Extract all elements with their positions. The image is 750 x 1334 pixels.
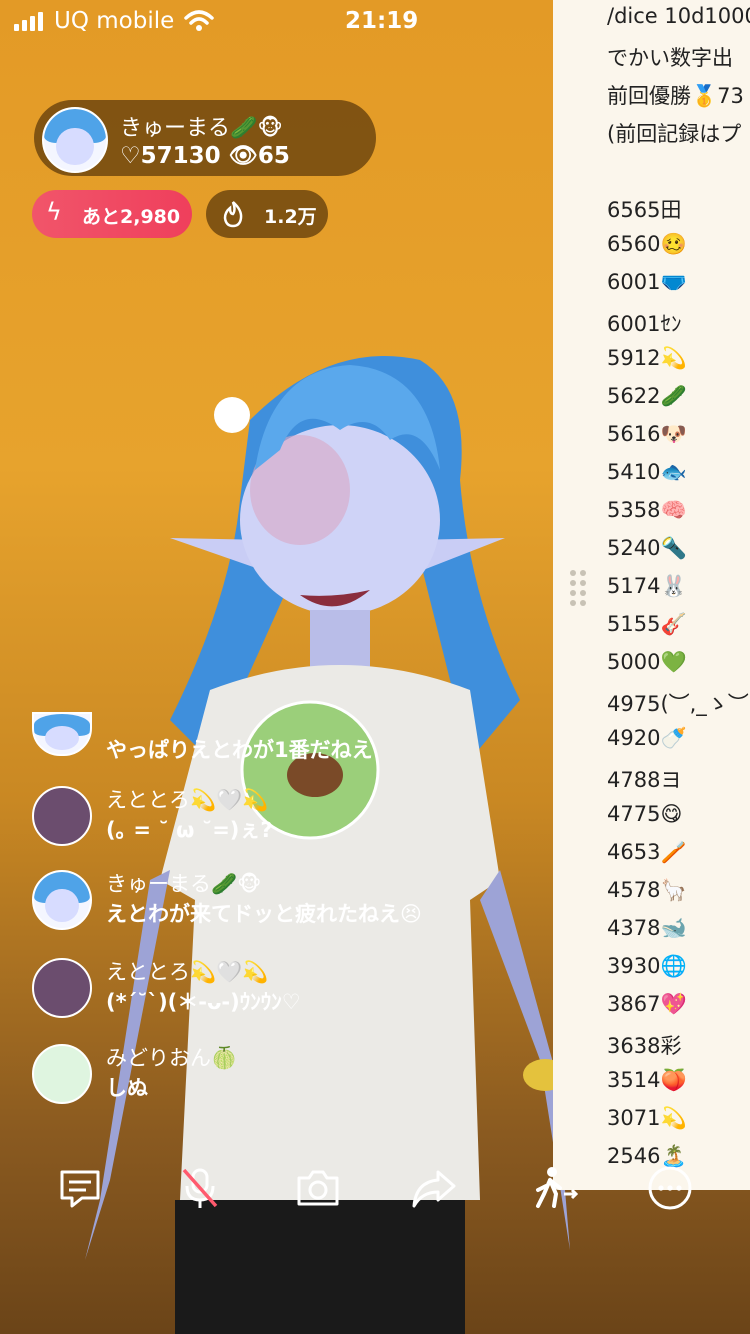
score-line: 4378🐋 bbox=[607, 916, 687, 940]
score-line: 6560🥴 bbox=[607, 232, 687, 256]
score-line: 4653🪥 bbox=[607, 840, 687, 864]
goal-remaining-text: あと2,980 bbox=[82, 206, 181, 228]
clock: 21:19 bbox=[345, 8, 419, 34]
panel-header-line: 前回優勝🥇73 bbox=[607, 84, 744, 108]
score-line: 5410🐟 bbox=[607, 460, 687, 484]
panel-header-line: でかい数字出 bbox=[607, 46, 733, 70]
signal-icon bbox=[14, 12, 43, 31]
score-line: 6001ｾﾝ bbox=[607, 312, 682, 336]
score-line: 6001🩲 bbox=[607, 270, 687, 294]
commenter-avatar[interactable] bbox=[32, 958, 92, 1018]
lightning-icon: ϟ bbox=[46, 198, 62, 226]
walk-icon[interactable] bbox=[530, 1164, 578, 1212]
commenter-name: えととろ💫🤍💫 bbox=[106, 960, 269, 984]
score-line: 4775😋 bbox=[607, 802, 683, 826]
commenter-name: きゅーまる🥒🐵 bbox=[106, 872, 262, 896]
score-line: 5000💚 bbox=[607, 650, 687, 674]
score-line: 5912💫 bbox=[607, 346, 687, 370]
host-name: きゅーまる🥒🐵 bbox=[120, 116, 283, 141]
commenter-name: えととろ💫🤍💫 bbox=[106, 788, 269, 812]
host-avatar[interactable] bbox=[42, 107, 108, 173]
viewer-count: 👁65 bbox=[228, 143, 290, 169]
commenter-avatar[interactable] bbox=[32, 786, 92, 846]
heat-badge[interactable]: 1.2万 bbox=[206, 190, 328, 238]
heat-text: 1.2万 bbox=[264, 206, 317, 228]
score-line: 5174🐰 bbox=[607, 574, 687, 598]
score-line: 5155🎸 bbox=[607, 612, 687, 636]
comment-text: しぬ bbox=[106, 1076, 148, 1100]
comment-icon[interactable] bbox=[56, 1164, 104, 1212]
score-line: 3514🍑 bbox=[607, 1068, 687, 1092]
commenter-name: みどりおん🍈 bbox=[106, 1046, 238, 1070]
score-line: 5240🔦 bbox=[607, 536, 687, 560]
comment-text: (*´˘`)(＊-ᴗ-)ｳﾝｳﾝ♡ bbox=[106, 990, 301, 1014]
host-stats: ♡57130 👁65 bbox=[120, 142, 290, 169]
goal-remaining-badge[interactable]: ϟ あと2,980 bbox=[32, 190, 192, 238]
camera-icon[interactable] bbox=[294, 1164, 342, 1212]
commenter-avatar[interactable] bbox=[32, 1044, 92, 1104]
score-line: 4788ヨ bbox=[607, 768, 682, 792]
score-line: 5358🧠 bbox=[607, 498, 687, 522]
comment-text: えとわが来てドッと疲れたねえ😣 bbox=[106, 902, 422, 926]
comment-text: やっぱりえとわが1番だねえ bbox=[106, 738, 373, 762]
heart-count: ♡57130 bbox=[120, 143, 221, 169]
host-profile-pill[interactable]: きゅーまる🥒🐵 ♡57130 👁65 bbox=[34, 100, 376, 176]
score-line: 4975(︶,_ゝ︶ bbox=[607, 692, 749, 716]
more-icon[interactable] bbox=[646, 1164, 694, 1212]
score-line: 4578🦙 bbox=[607, 878, 687, 902]
commenter-avatar[interactable] bbox=[32, 870, 92, 930]
score-line: 4920🍼 bbox=[607, 726, 687, 750]
score-line: 3930🌐 bbox=[607, 954, 687, 978]
mic-off-icon[interactable] bbox=[176, 1164, 224, 1212]
flame-icon bbox=[223, 201, 243, 228]
wifi-icon bbox=[184, 10, 214, 31]
score-line: 3867💖 bbox=[607, 992, 687, 1016]
score-line: 5622🥒 bbox=[607, 384, 687, 408]
score-line: 5616🐶 bbox=[607, 422, 687, 446]
carrier-name: UQ mobile bbox=[54, 8, 175, 34]
comment-text: (｡ = ˘ ω ˘=)ぇ? bbox=[106, 818, 273, 842]
share-icon[interactable] bbox=[410, 1164, 458, 1212]
score-line: 3071💫 bbox=[607, 1106, 687, 1130]
score-line: 3638彩 bbox=[607, 1034, 682, 1058]
panel-header-line: /dice 10d1000 bbox=[607, 4, 750, 28]
bottom-toolbar bbox=[0, 1150, 750, 1230]
panel-header-line: (前回記録はプ bbox=[607, 122, 742, 146]
score-line: 6565田 bbox=[607, 198, 682, 222]
